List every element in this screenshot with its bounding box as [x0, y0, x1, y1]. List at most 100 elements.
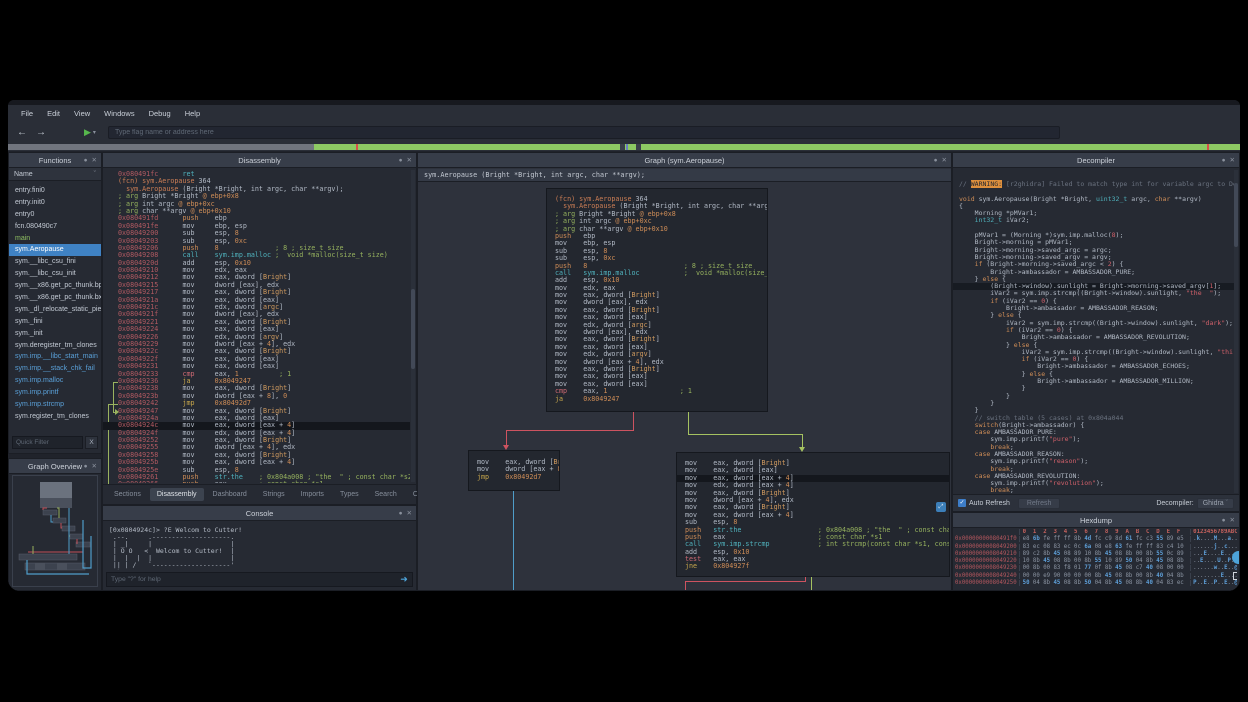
function-list-item[interactable]: fcn.080490c7 [9, 221, 101, 233]
quick-filter-input[interactable] [12, 436, 83, 449]
code-line: int32_t iVar2; [953, 217, 1234, 224]
debug-start-icon[interactable]: ▶ [84, 127, 91, 138]
graph-edge-false [506, 430, 634, 431]
function-list-item[interactable]: entry0 [9, 209, 101, 221]
disassembly-panel-header[interactable]: Disassembly ● ✕ [103, 153, 416, 168]
function-list-item[interactable]: sym._dl_relocate_static_pie [9, 304, 101, 316]
graph-overview-header[interactable]: Graph Overview ● ✕ [9, 459, 101, 474]
function-list-item[interactable]: sym.Aeropause [9, 244, 101, 256]
function-list-item[interactable]: sym._fini [9, 316, 101, 328]
auto-refresh-label: Auto Refresh [969, 500, 1010, 507]
function-list-item[interactable]: sym.imp.__stack_chk_fail [9, 363, 101, 375]
console-panel-header[interactable]: Console ● ✕ [103, 506, 416, 521]
graph-node-false-branch[interactable]: mov eax, dword [Bright]mov dword [eax + … [468, 450, 560, 491]
function-list-item[interactable]: entry.fini0 [9, 185, 101, 197]
close-icon[interactable]: ✕ [942, 156, 947, 164]
graph-canvas[interactable]: (fcn) sym.Aeropause 364 sym.Aeropause (B… [418, 182, 951, 590]
graph-overview-panel: Graph Overview ● ✕ [8, 458, 102, 591]
close-icon[interactable]: ✕ [1230, 516, 1235, 524]
graph-seek-sync-icon[interactable]: ⤢ [936, 502, 946, 512]
function-list-item[interactable]: entry.init0 [9, 197, 101, 209]
decompiler-engine-select[interactable]: Ghidra ˇ [1197, 498, 1234, 509]
scrollbar-handle[interactable] [411, 289, 415, 369]
menu-item-debug[interactable]: Debug [142, 109, 178, 118]
function-list-item[interactable]: sym.imp.__libc_start_main [9, 351, 101, 363]
function-list-item[interactable]: sym._init [9, 328, 101, 340]
code-line: } [953, 400, 1234, 407]
dock-icon[interactable]: ● [399, 510, 403, 517]
tab-imports[interactable]: Imports [294, 488, 331, 501]
dock-icon[interactable]: ● [1222, 157, 1226, 164]
scrollbar[interactable] [411, 170, 415, 482]
dock-icon[interactable]: ● [399, 157, 403, 164]
seek-bar[interactable] [8, 143, 1240, 151]
graph-panel-header[interactable]: Graph (sym.Aeropause) ● ✕ [418, 153, 951, 168]
function-list-item[interactable]: sym.imp.malloc [9, 375, 101, 387]
close-icon[interactable]: ✕ [407, 156, 412, 164]
dock-icon[interactable]: ● [1222, 517, 1226, 524]
function-list-item[interactable]: sym.__libc_csu_init [9, 268, 101, 280]
tab-sections[interactable]: Sections [107, 488, 148, 501]
seek-address-input[interactable] [108, 126, 1060, 139]
graph-node-entry[interactable]: (fcn) sym.Aeropause 364 sym.Aeropause (B… [546, 188, 768, 412]
functions-panel-header[interactable]: Functions ● ✕ [9, 153, 101, 168]
hexdump-scroll-indicator[interactable] [1232, 551, 1239, 564]
dock-icon[interactable]: ● [934, 157, 938, 164]
menu-item-windows[interactable]: Windows [97, 109, 141, 118]
function-list-item[interactable]: main [9, 233, 101, 245]
hexdump-row[interactable]: 0x000000000804923000 8b 00 83 f8 01 77 0… [955, 565, 1237, 572]
tab-strings[interactable]: Strings [256, 488, 292, 501]
forward-icon[interactable]: → [36, 127, 46, 138]
functions-column-header[interactable]: Name ˇ [9, 168, 101, 181]
decompiler-panel-header[interactable]: Decompiler ● ✕ [953, 153, 1239, 168]
hexdump-row[interactable]: 0x00000000080491f0e8 6b fe ff ff 8b 4d f… [955, 536, 1237, 543]
function-list-item[interactable]: sym.__x86.get_pc_thunk.bp [9, 280, 101, 292]
close-icon[interactable]: ✕ [1230, 156, 1235, 164]
menu-item-help[interactable]: Help [178, 109, 207, 118]
auto-refresh-checkbox[interactable]: ✓ [958, 499, 966, 507]
hexdump-row[interactable]: 0x000000000804920083 ec 08 83 ec 0c 6a 0… [955, 544, 1237, 551]
function-list-item[interactable]: sym.register_tm_clones [9, 411, 101, 423]
console-command-input[interactable] [107, 576, 396, 583]
menu-item-view[interactable]: View [67, 109, 97, 118]
chevron-down-icon[interactable]: ▾ [93, 129, 96, 136]
filter-clear-button[interactable]: X [85, 436, 98, 449]
hexdump-grid[interactable]: 0 1 2 3 4 5 6 7 8 9 A B C D E F 01234567… [955, 529, 1237, 588]
close-icon[interactable]: ✕ [407, 509, 412, 517]
function-list-item[interactable]: sym.imp.printf [9, 387, 101, 399]
function-list-item[interactable]: sym.imp.strcmp [9, 399, 101, 411]
tab-search[interactable]: Search [368, 488, 404, 501]
dock-icon[interactable]: ● [84, 157, 88, 164]
hexdump-row[interactable]: 0x000000000804922010 8b 45 08 8b 00 8b 5… [955, 558, 1237, 565]
disassembly-listing[interactable]: 0x080491fc ret(fcn) sym.Aeropause 364 sy… [103, 169, 410, 483]
seekbar-section-gap [620, 144, 625, 150]
tab-dashboard[interactable]: Dashboard [206, 488, 254, 501]
refresh-button[interactable]: Refresh [1018, 498, 1061, 509]
graph-overview-minimap[interactable] [12, 475, 98, 587]
graph-panel: Graph (sym.Aeropause) ● ✕ sym.Aeropause … [417, 152, 952, 591]
menu-item-file[interactable]: File [14, 109, 40, 118]
functions-panel-title: Functions [39, 156, 72, 165]
decompiled-source[interactable]: // WARNING: [r2ghidra] Failed to match t… [953, 169, 1234, 494]
hexdump-panel-header[interactable]: Hexdump ● ✕ [953, 513, 1239, 528]
function-list-item[interactable]: sym.__x86.get_pc_thunk.bx [9, 292, 101, 304]
decompiler-panel: Decompiler ● ✕ // WARNING: [r2ghidra] Fa… [952, 152, 1240, 512]
tab-types[interactable]: Types [333, 488, 366, 501]
function-list-item[interactable]: sym.__libc_csu_fini [9, 256, 101, 268]
hexdump-panel: Hexdump ● ✕ 0 1 2 3 4 5 6 7 8 9 A B C D … [952, 512, 1240, 591]
close-icon[interactable]: ✕ [92, 156, 97, 164]
hexdump-row[interactable]: 0x000000000804921089 c2 8b 45 08 89 10 8… [955, 551, 1237, 558]
close-icon[interactable]: ✕ [92, 462, 97, 470]
hexdump-row[interactable]: 0x000000000804925050 04 8b 45 08 8b 50 0… [955, 580, 1237, 587]
scrollbar-handle[interactable] [1234, 183, 1238, 247]
back-icon[interactable]: ← [17, 127, 27, 138]
graph-edge-true [811, 577, 812, 590]
hexdump-row[interactable]: 0x000000000804924000 00 e9 90 00 00 00 8… [955, 573, 1237, 580]
tab-disassembly[interactable]: Disassembly [150, 488, 204, 501]
scrollbar[interactable] [1234, 170, 1238, 493]
function-list-item[interactable]: sym.deregister_tm_clones [9, 340, 101, 352]
graph-node-true-branch[interactable]: mov eax, dword [Bright]mov eax, dword [e… [676, 452, 950, 577]
dock-icon[interactable]: ● [84, 463, 88, 470]
console-send-icon[interactable]: ➜ [396, 574, 412, 585]
menu-item-edit[interactable]: Edit [40, 109, 67, 118]
